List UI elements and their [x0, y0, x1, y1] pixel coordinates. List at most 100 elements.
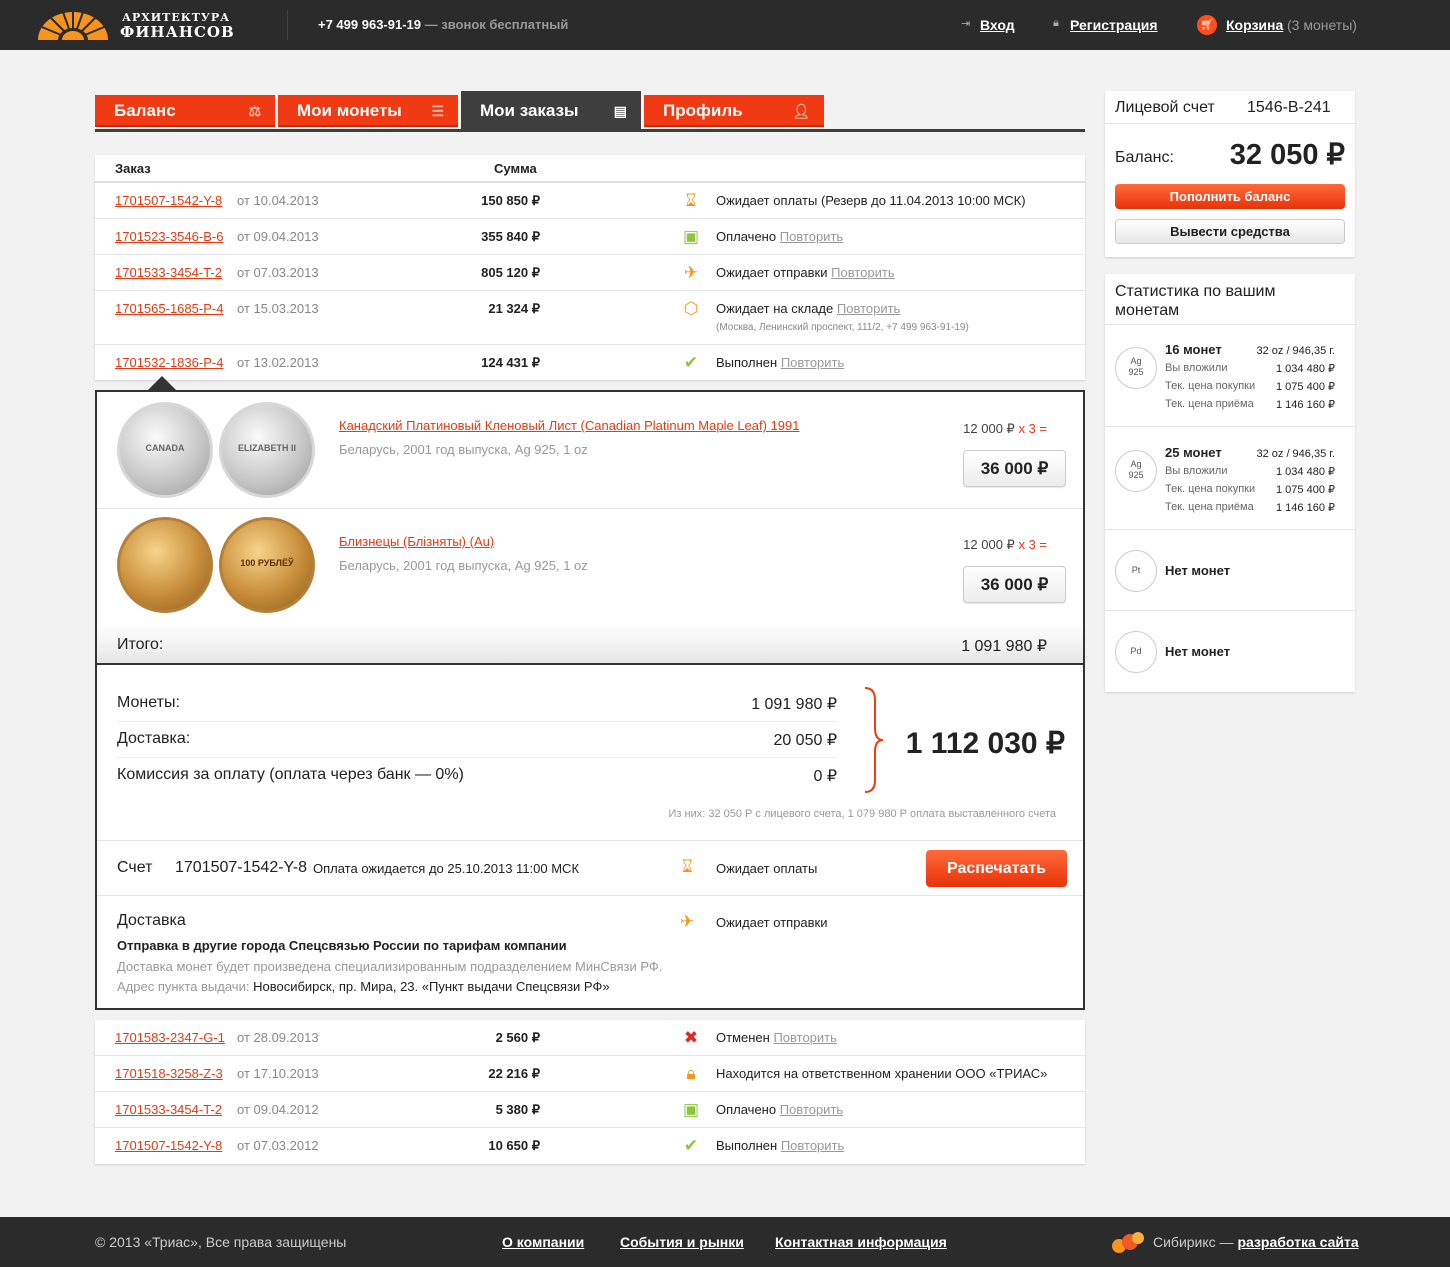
- order-item: CANADA ELIZABETH II Канадский Платиновый…: [97, 392, 1083, 509]
- brace-icon: [864, 687, 884, 793]
- order-date: от 09.04.2012: [237, 1102, 319, 1117]
- tabs-underline: [95, 129, 1085, 132]
- logo[interactable]: АРХИТЕКТУРА ФИНАНСОВ: [36, 9, 258, 41]
- account-header: Лицевой счет 1546-B-241: [1105, 91, 1355, 124]
- order-status: Выполнен Повторить: [716, 1138, 844, 1153]
- table-header: Заказ Сумма: [95, 155, 1085, 183]
- order-status-text: Ожидает на складе: [716, 301, 834, 316]
- grand-total: 1 112 030 ₽: [905, 727, 1065, 760]
- account-panel: Лицевой счет 1546-B-241 Баланс: 32 050 ₽…: [1105, 91, 1355, 257]
- coin-front-image: [117, 517, 213, 613]
- balance-value: 32 050 ₽: [1229, 139, 1345, 171]
- tab-my-orders-label: Мои заказы: [480, 101, 579, 120]
- table-row: 1701507-1542-Y-8 от 10.04.2013 150 850 ₽ ⌛︎…: [95, 183, 1085, 219]
- summary-commission-label: Комиссия за оплату (оплата через банк — …: [117, 766, 464, 783]
- subtotal-label: Итого:: [117, 636, 164, 653]
- sell-price-value: 1 146 160 ₽: [1272, 398, 1335, 411]
- header-divider: [287, 10, 288, 40]
- order-date: от 17.10.2013: [237, 1066, 319, 1081]
- summary-coins: Монеты: 1 091 980 ₽: [117, 686, 837, 722]
- repeat-link[interactable]: Повторить: [780, 229, 843, 244]
- coin-weight: 32 oz / 946,35 г.: [1256, 448, 1335, 460]
- repeat-link[interactable]: Повторить: [837, 301, 900, 316]
- repeat-link[interactable]: Повторить: [781, 355, 844, 370]
- product-link[interactable]: Канадский Платиновый Кленовый Лист (Cana…: [339, 418, 800, 433]
- account-number: 1546-B-241: [1247, 99, 1331, 116]
- repeat-link[interactable]: Повторить: [831, 265, 894, 280]
- table-row: 1701583-2347-G-1 от 28.09.2013 2 560 ₽ ✖ Отм…: [95, 1020, 1085, 1056]
- lock-icon: 🔒︎: [686, 1064, 696, 1083]
- balance-label: Баланс:: [1115, 149, 1174, 166]
- tab-my-orders[interactable]: Мои заказы ▤: [461, 91, 641, 131]
- login-link[interactable]: Вход: [980, 17, 1015, 33]
- stats-item: Ag 925 25 монет 32 oz / 946,35 г. Вы влож…: [1105, 428, 1355, 530]
- cart-icon[interactable]: 🛒︎: [1197, 15, 1217, 35]
- tab-my-coins[interactable]: Мои монеты ☰: [278, 95, 458, 127]
- phone-number: +7 499 963-91-19: [318, 17, 422, 32]
- register-link[interactable]: Регистрация: [1070, 17, 1158, 33]
- metal-code: Ag: [1130, 459, 1142, 469]
- stats-panel: Статистика по вашим монетам Ag 925 16 мон…: [1105, 274, 1355, 692]
- metal-fineness: 925: [1128, 470, 1144, 480]
- tab-profile[interactable]: Профиль 👤︎: [644, 95, 824, 127]
- coin-front-text: CANADA: [145, 443, 185, 453]
- order-link[interactable]: 1701523-3546-B-6: [115, 229, 223, 244]
- hourglass-icon: ⌛︎: [685, 191, 697, 210]
- order-status: Выполнен Повторить: [716, 355, 844, 370]
- order-link[interactable]: 1701533-3454-T-2: [115, 265, 222, 280]
- summary-delivery-value: 20 050 ₽: [773, 732, 837, 749]
- unit-price: 12 000 ₽: [963, 537, 1015, 552]
- stats-item: Pd Нет монет: [1105, 612, 1355, 692]
- footer: © 2013 «Триас», Все права защищены О ком…: [0, 1217, 1450, 1267]
- topup-button[interactable]: Пополнить баланс: [1115, 184, 1345, 209]
- summary-delivery-label: Доставка:: [117, 730, 191, 747]
- order-status-text: Находится на ответственном хранении ООО …: [716, 1066, 1048, 1081]
- order-link[interactable]: 1701533-3454-T-2: [115, 1102, 222, 1117]
- coin-back-text: ELIZABETH II: [238, 443, 296, 453]
- order-link[interactable]: 1701532-1836-P-4: [115, 355, 223, 370]
- repeat-link[interactable]: Повторить: [781, 1138, 844, 1153]
- table-row: 1701533-3454-T-2 от 09.04.2012 5 380 ₽ ▣ Опл…: [95, 1092, 1085, 1128]
- item-total: 36 000 ₽: [963, 566, 1066, 603]
- order-sum: 355 840 ₽: [481, 229, 540, 244]
- order-link[interactable]: 1701583-2347-G-1: [115, 1030, 225, 1045]
- order-sum: 805 120 ₽: [481, 265, 540, 280]
- footer-link-events[interactable]: События и рынки: [620, 1234, 744, 1250]
- repeat-link[interactable]: Повторить: [780, 1102, 843, 1117]
- quantity-mult: х 3 =: [1018, 537, 1047, 552]
- dev-link[interactable]: разработка сайта: [1237, 1234, 1358, 1250]
- metal-badge: Pd: [1115, 631, 1157, 673]
- hourglass-icon: ⌛︎: [682, 857, 693, 876]
- tab-balance[interactable]: Баланс ⚖: [95, 95, 275, 127]
- orders-table: Заказ Сумма 1701507-1542-Y-8 от 10.04.201…: [95, 155, 1085, 380]
- order-status: Оплачено Повторить: [716, 229, 843, 244]
- list-icon: ▤: [613, 103, 627, 119]
- summary-commission-value: 0 ₽: [813, 768, 837, 785]
- metal-code: Ag: [1130, 356, 1142, 366]
- price-calc: 12 000 ₽ х 3 =: [963, 421, 1047, 437]
- account-label: Лицевой счет: [1115, 99, 1215, 116]
- order-link[interactable]: 1701518-3258-Z-3: [115, 1066, 223, 1081]
- invested-label: Вы вложили: [1165, 465, 1228, 477]
- order-item: 100 РУБЛЁЎ Близнецы (Блізняты) (Au) Бела…: [97, 509, 1083, 625]
- order-status-text: Оплачено: [716, 229, 777, 244]
- login-icon: ⇥: [961, 18, 971, 30]
- order-link[interactable]: 1701565-1685-P-4: [115, 301, 223, 316]
- print-button[interactable]: Распечатать: [926, 850, 1067, 887]
- sell-price-label: Тек. цена приёма: [1165, 501, 1254, 513]
- order-status-text: Оплачено: [716, 1102, 777, 1117]
- sell-price-value: 1 146 160 ₽: [1272, 501, 1335, 514]
- cart-link[interactable]: Корзина: [1226, 17, 1283, 33]
- order-link[interactable]: 1701507-1542-Y-8: [115, 193, 222, 208]
- repeat-link[interactable]: Повторить: [773, 1030, 836, 1045]
- footer-link-contacts[interactable]: Контактная информация: [775, 1234, 947, 1250]
- delivery-address-label: Адрес пункта выдачи:: [117, 979, 250, 994]
- order-link[interactable]: 1701507-1542-Y-8: [115, 1138, 222, 1153]
- subtotal-value: 1 091 980 ₽: [961, 638, 1047, 655]
- footer-link-about[interactable]: О компании: [502, 1234, 584, 1250]
- coin-count: Нет монет: [1165, 563, 1231, 578]
- stats-item: Pt Нет монет: [1105, 531, 1355, 611]
- user-icon: 👤︎: [792, 103, 810, 119]
- withdraw-button[interactable]: Вывести средства: [1115, 219, 1345, 244]
- product-link[interactable]: Близнецы (Блізняты) (Au): [339, 534, 494, 549]
